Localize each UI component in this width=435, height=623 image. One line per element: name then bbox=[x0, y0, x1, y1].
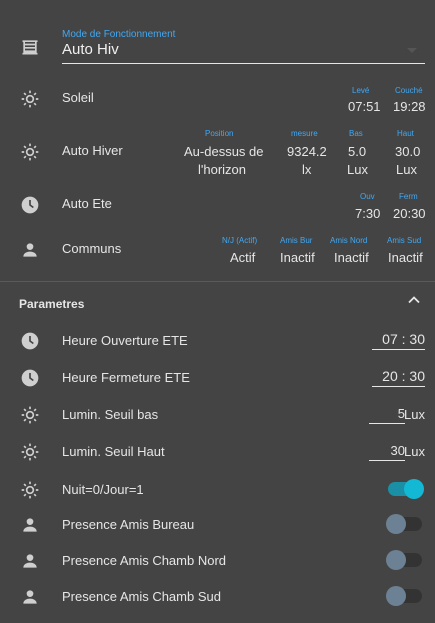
toggle-knob bbox=[386, 586, 406, 606]
chevron-up-icon[interactable] bbox=[404, 290, 424, 310]
nord-caption: Amis Nord bbox=[330, 236, 368, 245]
mode-select[interactable]: Auto Hiv bbox=[62, 41, 425, 64]
sun-icon bbox=[20, 142, 40, 162]
haut-value: 30.0 bbox=[395, 144, 421, 159]
nj-caption: N/J (Actif) bbox=[222, 236, 258, 245]
heure-ouverture-input[interactable]: 07 : 30 bbox=[372, 331, 425, 350]
ouv-value: 7:30 bbox=[355, 206, 381, 221]
bas-caption: Bas bbox=[349, 129, 363, 138]
soleil-label: Soleil bbox=[62, 90, 94, 105]
mesure-caption: mesure bbox=[291, 129, 318, 138]
seuil-haut-unit: Lux bbox=[404, 444, 425, 459]
bas-unit: Lux bbox=[347, 162, 368, 177]
seuil-haut-input[interactable]: 30 bbox=[369, 443, 405, 461]
clock-icon bbox=[20, 195, 40, 215]
haut-caption: Haut bbox=[397, 129, 414, 138]
blinds-icon bbox=[20, 37, 40, 57]
couche-caption: Couché bbox=[395, 86, 423, 95]
sun-icon bbox=[20, 89, 40, 109]
bur-value: Inactif bbox=[280, 250, 315, 265]
heure-fermeture-input[interactable]: 20 : 30 bbox=[372, 368, 425, 387]
seuil-haut-label: Lumin. Seuil Haut bbox=[62, 444, 165, 459]
heure-fermeture-label: Heure Fermeture ETE bbox=[62, 370, 190, 385]
sun-icon bbox=[20, 442, 40, 462]
auto-hiver-label: Auto Hiver bbox=[62, 143, 123, 158]
position-caption: Position bbox=[205, 129, 234, 138]
amis-sud-label: Presence Amis Chamb Sud bbox=[62, 589, 221, 604]
ouv-caption: Ouv bbox=[360, 192, 375, 201]
dropdown-arrow-icon bbox=[407, 48, 417, 53]
seuil-bas-unit: Lux bbox=[404, 407, 425, 422]
leve-value: 07:51 bbox=[348, 99, 381, 114]
amis-sud-toggle[interactable] bbox=[386, 586, 422, 606]
position-line2: l'horizon bbox=[198, 162, 247, 177]
mesure-value: 9324.2 bbox=[287, 144, 327, 159]
toggle-knob bbox=[404, 479, 424, 499]
heure-ouverture-label: Heure Ouverture ETE bbox=[62, 333, 188, 348]
communs-label: Communs bbox=[62, 241, 122, 256]
nuit-jour-label: Nuit=0/Jour=1 bbox=[62, 482, 144, 497]
nj-value: Actif bbox=[230, 250, 256, 265]
auto-ete-label: Auto Ete bbox=[62, 196, 112, 211]
amis-nord-toggle[interactable] bbox=[386, 550, 422, 570]
toggle-knob bbox=[386, 514, 406, 534]
amis-bureau-label: Presence Amis Bureau bbox=[62, 517, 195, 532]
bas-value: 5.0 bbox=[348, 144, 367, 159]
amis-bureau-toggle[interactable] bbox=[386, 514, 422, 534]
divider bbox=[0, 281, 435, 282]
clock-icon bbox=[20, 368, 40, 388]
person-icon bbox=[20, 515, 40, 535]
sud-caption: Amis Sud bbox=[387, 236, 422, 245]
mesure-unit: lx bbox=[302, 162, 312, 177]
person-icon bbox=[20, 587, 40, 607]
nord-value: Inactif bbox=[334, 250, 369, 265]
person-icon bbox=[20, 240, 40, 260]
sun-icon bbox=[20, 405, 40, 425]
seuil-bas-label: Lumin. Seuil bas bbox=[62, 407, 159, 422]
mode-caption: Mode de Fonctionnement bbox=[62, 29, 176, 40]
bur-caption: Amis Bur bbox=[280, 236, 313, 245]
nuit-jour-toggle[interactable] bbox=[388, 479, 424, 499]
ferm-caption: Ferm bbox=[399, 192, 418, 201]
couche-value: 19:28 bbox=[393, 99, 426, 114]
toggle-knob bbox=[386, 550, 406, 570]
sun-icon bbox=[20, 480, 40, 500]
parametres-title: Parametres bbox=[19, 297, 85, 311]
ferm-value: 20:30 bbox=[393, 206, 426, 221]
seuil-bas-input[interactable]: 5 bbox=[369, 406, 405, 424]
sud-value: Inactif bbox=[388, 250, 423, 265]
amis-nord-label: Presence Amis Chamb Nord bbox=[62, 553, 227, 568]
clock-icon bbox=[20, 331, 40, 351]
position-line1: Au-dessus de bbox=[184, 144, 264, 159]
haut-unit: Lux bbox=[396, 162, 417, 177]
person-icon bbox=[20, 551, 40, 571]
leve-caption: Levé bbox=[352, 86, 370, 95]
mode-select-value: Auto Hiv bbox=[62, 41, 119, 58]
